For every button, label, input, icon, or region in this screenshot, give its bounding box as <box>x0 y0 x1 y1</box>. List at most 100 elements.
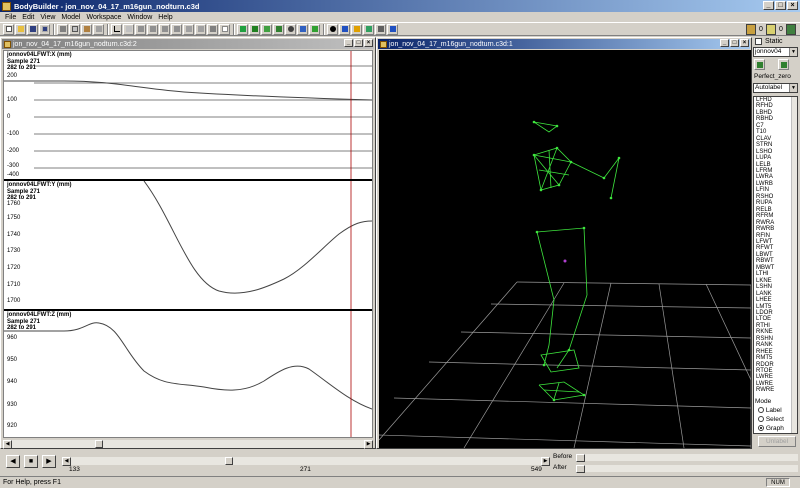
save-all-icon[interactable] <box>39 23 50 35</box>
mode-option-label[interactable]: Label <box>758 407 782 414</box>
marker-label-list[interactable]: LFHD RFHD LBHD RBHD C7 T10 CLAV STRN LSHO LUPA LEL… <box>753 96 798 434</box>
graph-area[interactable]: jonnov04LFWT:X (mm) Sample 271 282 to 29… <box>3 50 373 438</box>
graph-z-header: jonnov04LFWT:Z (mm) Sample 271 282 to 29… <box>7 312 71 332</box>
text-icon[interactable] <box>207 23 218 35</box>
point-cloud-icon[interactable] <box>327 23 338 35</box>
open-folder-icon[interactable] <box>15 23 26 35</box>
link-icon[interactable] <box>297 23 308 35</box>
new-file-icon[interactable] <box>3 23 14 35</box>
save-icon[interactable] <box>27 23 38 35</box>
minimize-button[interactable]: _ <box>763 1 774 10</box>
menu-workspace[interactable]: Workspace <box>83 14 124 21</box>
prev-frame-icon[interactable] <box>147 23 158 35</box>
stop-button[interactable]: ■ <box>24 455 38 468</box>
frame-slider-right-icon[interactable]: ▶ <box>541 456 550 466</box>
grid-icon[interactable] <box>123 23 134 35</box>
mode-label-radio[interactable] <box>758 407 764 414</box>
frame-slider-thumb[interactable] <box>225 457 233 465</box>
menu-file[interactable]: File <box>2 14 19 21</box>
view3d-maximize-button[interactable]: □ <box>730 39 739 47</box>
graph-close-button[interactable]: × <box>364 39 373 47</box>
connect-points-icon[interactable] <box>339 23 350 35</box>
maximize-button[interactable]: □ <box>775 1 786 10</box>
graph-horizontal-scrollbar[interactable]: ◀ ▶ <box>3 439 373 449</box>
graph-x-tick: 0 <box>7 114 11 120</box>
first-frame-icon[interactable] <box>135 23 146 35</box>
fill-gap-icon[interactable] <box>183 23 194 35</box>
before-slider-thumb[interactable] <box>576 453 585 462</box>
select-icon[interactable] <box>219 23 230 35</box>
menu-view[interactable]: View <box>37 14 58 21</box>
graph-minimize-button[interactable]: _ <box>344 39 353 47</box>
after-slider[interactable] <box>576 464 798 473</box>
frame-slider[interactable]: ◀ ▶ <box>62 456 550 466</box>
mode-option-graph[interactable]: Graph <box>758 425 784 432</box>
toolbar: 0 0 <box>0 22 800 36</box>
chevron-down-icon: ▼ <box>789 84 797 92</box>
graph-panel-z[interactable]: jonnov04LFWT:Z (mm) Sample 271 282 to 29… <box>4 311 372 437</box>
graph-y-tick: 1760 <box>7 201 21 207</box>
skeleton-icon[interactable] <box>309 23 320 35</box>
status-text: For Help, press F1 <box>3 479 61 486</box>
subject-select[interactable]: jonnov04 ▼ <box>753 47 798 57</box>
menu-model[interactable]: Model <box>58 14 83 21</box>
graph-window-titlebar[interactable]: jon_nov_04_17_m16gun_nodturn.c3d:2 _ □ × <box>2 39 374 49</box>
next-frame-icon[interactable] <box>159 23 170 35</box>
graph-panel-y[interactable]: jonnov04LFWT:Y (mm) Sample 271 282 to 29… <box>4 181 372 311</box>
mode-option-select[interactable]: Select <box>758 416 784 423</box>
after-slider-thumb[interactable] <box>576 464 585 473</box>
menu-help[interactable]: Help <box>155 14 175 21</box>
close-button[interactable]: × <box>787 1 798 10</box>
menu-edit[interactable]: Edit <box>19 14 37 21</box>
play-forward-button[interactable]: ▶ <box>42 455 56 468</box>
app-title-bar[interactable]: BodyBuilder - jon_nov_04_17_m16gun_nodtu… <box>0 0 800 12</box>
target-icon[interactable] <box>285 23 296 35</box>
mode-select-radio[interactable] <box>758 416 764 423</box>
frame-slider-left-icon[interactable]: ◀ <box>62 456 71 466</box>
before-slider[interactable] <box>576 453 798 462</box>
static-checkbox[interactable] <box>755 38 762 45</box>
menu-window[interactable]: Window <box>124 14 155 21</box>
paste-icon[interactable] <box>81 23 92 35</box>
graph-window[interactable]: jon_nov_04_17_m16gun_nodturn.c3d:2 _ □ × <box>0 37 376 449</box>
graph-z-channel: jonnov04LFWT:Z (mm) <box>7 312 72 318</box>
cut-icon[interactable] <box>57 23 68 35</box>
unlabel-button[interactable]: Unlabel <box>758 436 796 447</box>
help-icon[interactable] <box>387 23 398 35</box>
graph-y-tick: 1710 <box>7 282 21 288</box>
scroll-right-arrow-icon[interactable]: ▶ <box>364 439 373 449</box>
3d-viewport[interactable] <box>378 50 752 449</box>
graph-maximize-button[interactable]: □ <box>354 39 363 47</box>
marker-icon[interactable] <box>237 23 248 35</box>
load-subject-icon[interactable] <box>754 59 765 70</box>
graph-panel-x[interactable]: jonnov04LFWT:X (mm) Sample 271 282 to 29… <box>4 51 372 181</box>
mode-label-text: Label <box>765 407 782 414</box>
play-backward-button[interactable]: ◀ <box>6 455 20 468</box>
spline-icon[interactable] <box>195 23 206 35</box>
view3d-close-button[interactable]: × <box>740 39 749 47</box>
marker-skeleton <box>533 121 620 401</box>
label-list-scrollbar[interactable] <box>791 97 797 433</box>
label-mode-select[interactable]: Autolabel ▼ <box>753 83 798 93</box>
status-light-icon <box>786 24 796 35</box>
person-icon[interactable] <box>249 23 260 35</box>
goto-frame-icon[interactable] <box>375 23 386 35</box>
body-model-icon[interactable] <box>273 23 284 35</box>
view3d-minimize-button[interactable]: _ <box>720 39 729 47</box>
trajectory-icon[interactable] <box>351 23 362 35</box>
auto-label-icon[interactable] <box>363 23 374 35</box>
graph-icon[interactable] <box>111 23 122 35</box>
graph-scroll-thumb[interactable] <box>95 440 103 448</box>
copy-icon[interactable] <box>69 23 80 35</box>
view3d-window-titlebar[interactable]: jon_nov_04_17_m16gun_nodturn.c3d:1 _ □ × <box>378 39 750 49</box>
last-frame-icon[interactable] <box>171 23 182 35</box>
mode-graph-radio[interactable] <box>758 425 764 432</box>
save-subject-icon[interactable] <box>778 59 789 70</box>
static-option[interactable]: Static <box>755 38 783 45</box>
segment-icon[interactable] <box>261 23 272 35</box>
view3d-doc-icon <box>380 40 387 48</box>
view3d-window[interactable]: jon_nov_04_17_m16gun_nodturn.c3d:1 _ □ × <box>376 37 752 449</box>
scroll-left-arrow-icon[interactable]: ◀ <box>3 439 12 449</box>
print-icon[interactable] <box>93 23 104 35</box>
graph-z-range: 282 to 291 <box>7 325 37 331</box>
